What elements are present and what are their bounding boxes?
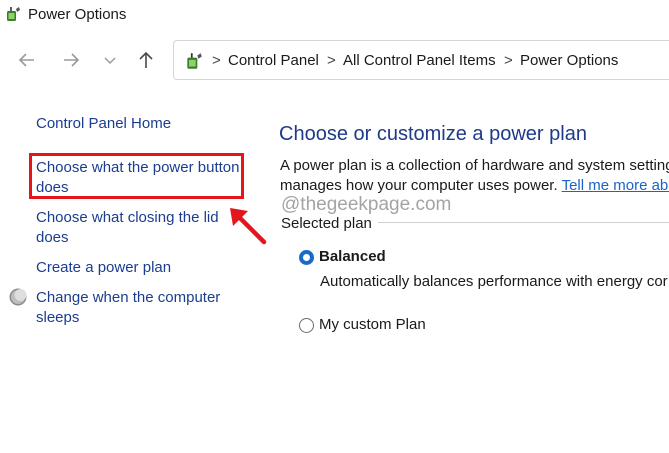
breadcrumb-control-panel[interactable]: Control Panel bbox=[228, 52, 319, 69]
sidebar-link-control-panel-home[interactable]: Control Panel Home bbox=[36, 114, 171, 134]
breadcrumb-separator: > bbox=[504, 52, 513, 69]
power-options-icon bbox=[187, 53, 202, 69]
annotation-highlight-box bbox=[29, 153, 244, 199]
custom-plan-label[interactable]: My custom Plan bbox=[319, 316, 426, 333]
balanced-plan-label[interactable]: Balanced bbox=[319, 248, 386, 265]
tell-me-more-link[interactable]: Tell me more abo bbox=[562, 177, 669, 194]
watermark: @thegeekpage.com bbox=[281, 194, 452, 215]
up-arrow-icon bbox=[139, 51, 153, 68]
balanced-plan-radio[interactable] bbox=[299, 250, 314, 265]
page-title: Choose or customize a power plan bbox=[279, 123, 587, 145]
power-options-icon bbox=[7, 7, 20, 21]
up-button[interactable] bbox=[134, 48, 158, 72]
section-divider bbox=[378, 222, 669, 223]
annotation-arrow-icon bbox=[230, 208, 267, 245]
title-bar: Power Options bbox=[0, 0, 669, 30]
breadcrumb-separator: > bbox=[212, 52, 221, 69]
description-text: manages how your computer uses power. bbox=[280, 177, 558, 194]
recent-locations-button[interactable] bbox=[98, 48, 122, 72]
sidebar-link-sleep-line2[interactable]: sleeps bbox=[36, 308, 79, 328]
sleep-moon-icon bbox=[9, 288, 27, 306]
breadcrumb-all-control-panel-items[interactable]: All Control Panel Items bbox=[343, 52, 496, 69]
back-button[interactable] bbox=[15, 48, 39, 72]
window-title: Power Options bbox=[28, 6, 127, 23]
sidebar-link-create-power-plan[interactable]: Create a power plan bbox=[36, 258, 171, 278]
custom-plan-radio[interactable] bbox=[299, 318, 314, 333]
navigation-bar: > Control Panel > All Control Panel Item… bbox=[0, 34, 669, 88]
description-line2: manages how your computer uses power. Te… bbox=[280, 176, 669, 196]
chevron-down-icon bbox=[104, 57, 116, 65]
sidebar-link-closing-lid[interactable]: Choose what closing the lid bbox=[36, 208, 219, 228]
sidebar-link-sleep[interactable]: Change when the computer bbox=[36, 288, 220, 308]
breadcrumb-power-options[interactable]: Power Options bbox=[520, 52, 618, 69]
forward-arrow-icon bbox=[64, 53, 80, 67]
forward-button[interactable] bbox=[59, 48, 83, 72]
breadcrumb-separator: > bbox=[327, 52, 336, 69]
selected-plan-label: Selected plan bbox=[281, 215, 372, 232]
description-line1: A power plan is a collection of hardware… bbox=[280, 157, 669, 174]
balanced-plan-description: Automatically balances performance with … bbox=[320, 273, 668, 290]
back-arrow-icon bbox=[18, 53, 34, 67]
address-bar[interactable]: > Control Panel > All Control Panel Item… bbox=[173, 40, 669, 80]
sidebar-link-closing-lid-line2[interactable]: does bbox=[36, 228, 69, 248]
